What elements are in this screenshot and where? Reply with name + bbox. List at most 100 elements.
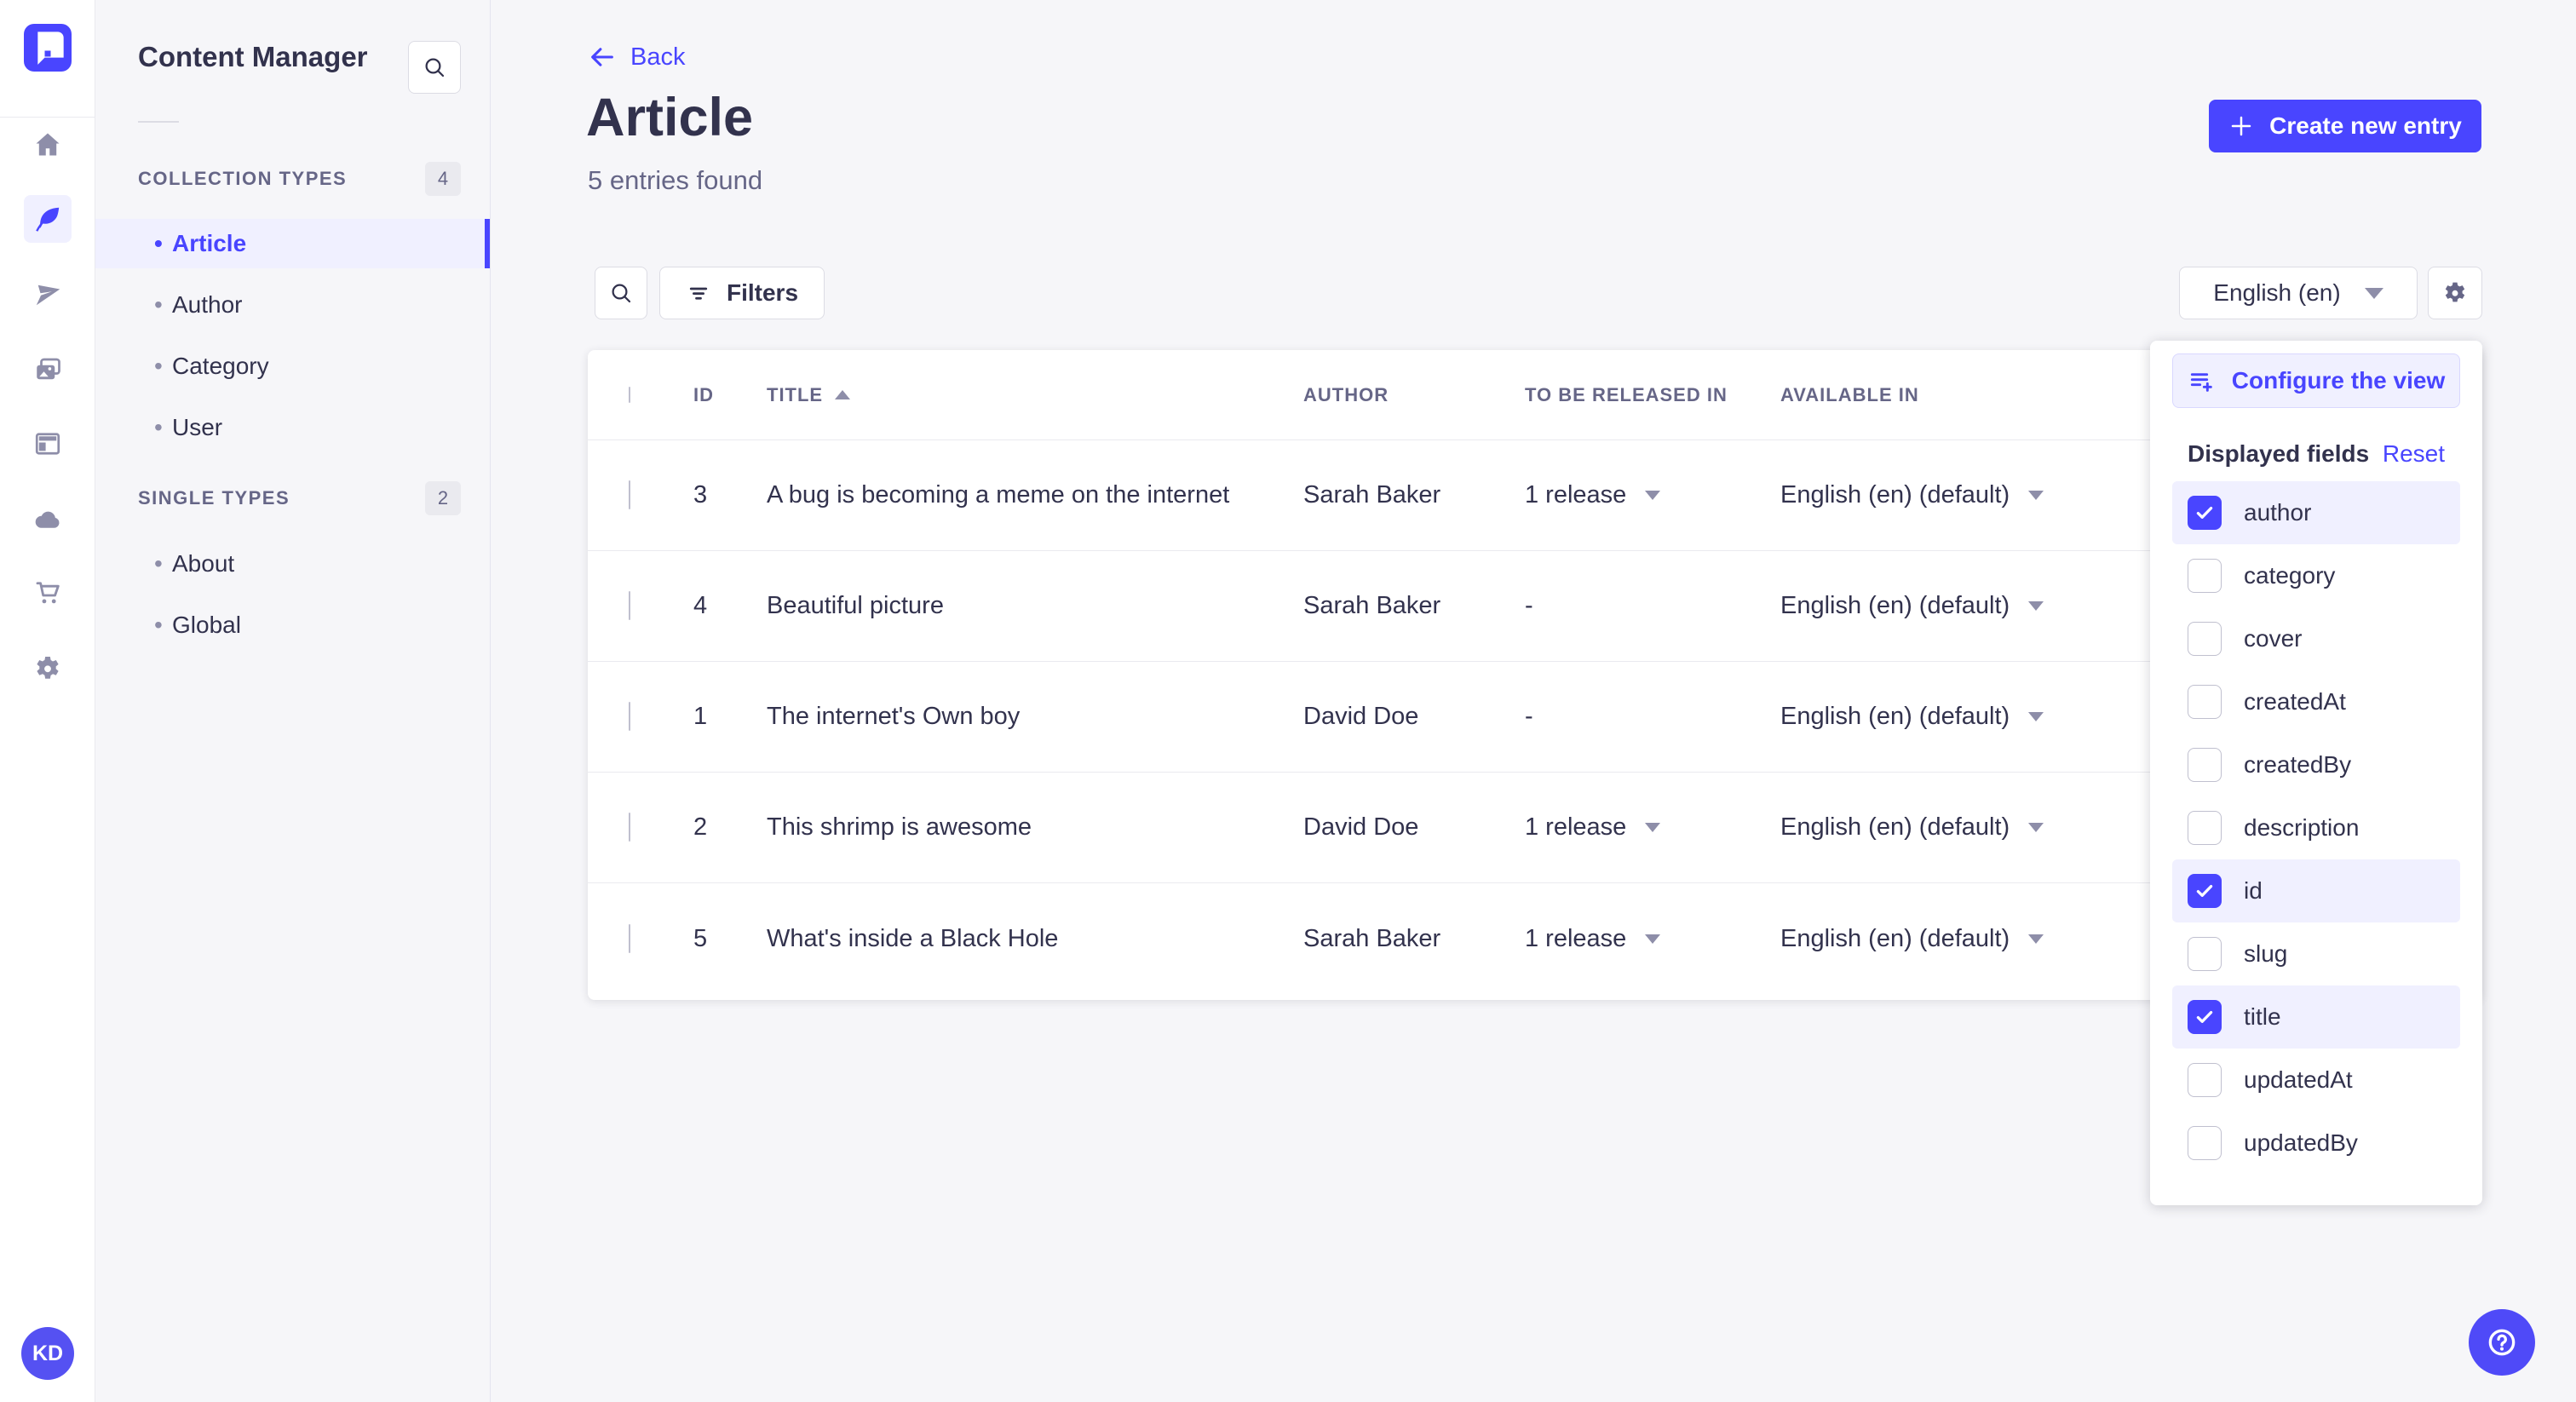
field-checkbox-row[interactable]: cover [2172,607,2460,670]
reset-button[interactable]: Reset [2383,440,2445,468]
nav-releases-button[interactable] [24,272,72,319]
sidebar-nav-item[interactable]: User [95,403,490,452]
displayed-fields-header: Displayed fields Reset [2188,440,2445,468]
field-label: description [2244,814,2360,841]
release-chevron-icon[interactable] [1645,823,1661,832]
nav-marketplace-button[interactable] [24,569,72,617]
field-checkbox-row[interactable]: category [2172,544,2460,607]
sidebar-divider [138,121,179,123]
strapi-logo[interactable] [24,24,72,72]
locale-chevron-icon[interactable] [2028,823,2044,832]
field-checkbox[interactable] [2188,496,2222,530]
configure-the-view-button[interactable]: Configure the view [2172,353,2460,408]
nav-content-type-builder-button[interactable] [24,420,72,468]
locale-select[interactable]: English (en) [2179,267,2418,319]
check-icon [2196,506,2213,519]
cell-available-text: English (en) (default) [1780,481,2010,509]
nav-content-manager-button[interactable] [24,195,72,243]
field-checkbox-row[interactable]: createdAt [2172,670,2460,733]
collection-types-header: COLLECTION TYPES 4 [138,162,461,196]
sidebar-nav-item[interactable]: Author [95,280,490,330]
field-checkbox-row[interactable]: id [2172,859,2460,922]
cell-release[interactable]: - [1525,703,1780,731]
row-checkbox[interactable] [629,591,630,620]
field-label: updatedAt [2244,1066,2353,1093]
nav-cloud-button[interactable] [24,496,72,543]
locale-chevron-icon[interactable] [2028,934,2044,944]
create-new-entry-button[interactable]: Create new entry [2209,100,2481,152]
row-checkbox[interactable] [629,923,630,953]
user-avatar[interactable]: KD [21,1327,74,1380]
locale-chevron-icon[interactable] [2028,712,2044,721]
nav-home-button[interactable] [24,121,72,169]
gear-icon [2445,282,2465,302]
cell-author: David Doe [1303,813,1419,841]
row-checkbox[interactable] [629,480,630,509]
field-checkbox[interactable] [2188,1126,2222,1160]
nav-settings-button[interactable] [24,645,72,692]
field-checkbox-row[interactable]: createdBy [2172,733,2460,796]
cell-available-text: English (en) (default) [1780,592,2010,619]
field-checkbox-row[interactable]: slug [2172,922,2460,985]
sidebar-item-label: Global [172,612,241,638]
sort-asc-icon[interactable] [835,390,851,399]
field-checkbox[interactable] [2188,1000,2222,1034]
field-checkbox-row[interactable]: updatedBy [2172,1112,2460,1175]
field-checkbox[interactable] [2188,811,2222,845]
field-checkbox[interactable] [2188,748,2222,782]
field-checkbox[interactable] [2188,559,2222,593]
sidebar-search-button[interactable] [408,41,461,94]
field-checkbox[interactable] [2188,874,2222,908]
field-checkbox-row[interactable]: title [2172,985,2460,1049]
field-checkbox-row[interactable]: author [2172,481,2460,544]
help-button[interactable] [2469,1309,2535,1376]
view-settings-popover: Configure the view Displayed fields Rese… [2150,341,2482,1205]
cell-author: Sarah Baker [1303,924,1441,952]
view-settings-button[interactable] [2428,267,2482,319]
release-chevron-icon[interactable] [1645,491,1661,500]
column-header-author[interactable]: AUTHOR [1303,384,1525,406]
cloud-icon [35,511,60,528]
nav-media-library-button[interactable] [24,346,72,394]
release-chevron-icon[interactable] [1645,934,1661,944]
field-checkbox[interactable] [2188,685,2222,719]
back-link[interactable]: Back [588,43,685,72]
field-checkbox[interactable] [2188,622,2222,656]
question-icon [2488,1329,2516,1356]
sidebar-nav-item[interactable]: Category [95,342,490,391]
cell-title: A bug is becoming a meme on the internet [767,481,1230,509]
field-checkbox[interactable] [2188,937,2222,971]
column-header-title[interactable]: TITLE [767,384,1303,406]
column-header-release[interactable]: TO BE RELEASED IN [1525,384,1780,406]
filters-button[interactable]: Filters [659,267,825,319]
locale-chevron-icon[interactable] [2028,601,2044,611]
cell-release[interactable]: 1 release [1525,813,1780,842]
collection-types-count-badge: 4 [425,162,461,196]
cell-id: 2 [693,813,708,841]
main-nav-rail: KD [0,0,95,1402]
sidebar-nav-item[interactable]: Article [95,219,490,268]
row-checkbox[interactable] [629,702,630,731]
strapi-logo-icon [37,32,64,65]
sidebar-nav-item[interactable]: About [95,539,490,589]
field-checkbox[interactable] [2188,1063,2222,1097]
search-icon [612,284,631,303]
send-icon [36,284,60,306]
field-checkbox-row[interactable]: updatedAt [2172,1049,2460,1112]
home-icon [36,133,60,156]
sidebar-nav-item[interactable]: Global [95,600,490,650]
single-types-list: About Global [95,539,490,662]
field-checkbox-row[interactable]: description [2172,796,2460,859]
displayed-fields-label: Displayed fields [2188,440,2370,467]
locale-chevron-icon[interactable] [2028,491,2044,500]
filters-label: Filters [727,279,799,306]
field-label: title [2244,1003,2281,1030]
cell-release[interactable]: - [1525,592,1780,620]
configure-list-icon [2190,373,2212,392]
column-header-id[interactable]: ID [693,384,767,406]
cell-release[interactable]: 1 release [1525,925,1780,953]
cell-release[interactable]: 1 release [1525,481,1780,509]
select-all-checkbox[interactable] [629,386,630,403]
row-checkbox[interactable] [629,813,630,842]
table-search-button[interactable] [595,267,647,319]
